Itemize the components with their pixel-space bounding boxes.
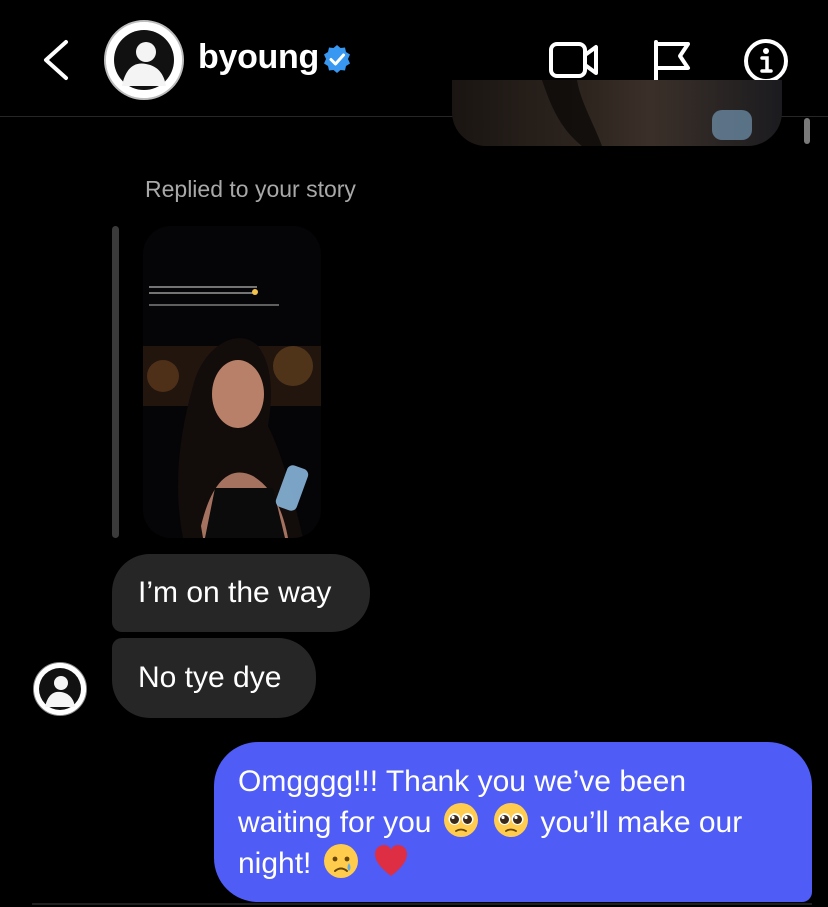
video-call-icon[interactable]	[548, 38, 600, 84]
sent-text: you’ll make our	[540, 806, 743, 839]
sender-avatar[interactable]	[33, 662, 87, 716]
scrollbar[interactable]	[804, 118, 810, 144]
verified-badge-icon	[324, 45, 350, 73]
sent-message-bubble[interactable]: Omgggg!!! Thank you we’ve been waiting f…	[214, 742, 812, 902]
sent-line-3: night!	[238, 843, 792, 884]
info-icon[interactable]	[740, 38, 792, 84]
crying-face-emoji-icon	[323, 844, 358, 878]
reply-quote-bar	[112, 226, 119, 538]
flag-icon[interactable]	[648, 38, 700, 84]
username[interactable]: byoung	[198, 38, 319, 77]
media-thumbnail	[542, 80, 752, 146]
sender-avatar-image	[34, 663, 86, 715]
message-text: I’m on the way	[138, 576, 332, 609]
avatar[interactable]	[104, 20, 184, 100]
sent-line-1: Omgggg!!! Thank you we’ve been	[238, 765, 687, 798]
story-thumbnail[interactable]	[143, 226, 321, 538]
back-chevron-icon[interactable]	[38, 38, 78, 82]
story-image	[143, 226, 321, 538]
red-heart-emoji-icon	[375, 845, 408, 876]
pleading-face-emoji-icon	[443, 803, 478, 837]
received-message-bubble[interactable]: No tye dye	[112, 638, 316, 718]
avatar-image	[106, 22, 182, 98]
sent-line-2: waiting for you you’ll make our	[238, 802, 792, 843]
message-text: No tye dye	[138, 661, 282, 694]
received-message-bubble[interactable]: I’m on the way	[112, 554, 370, 632]
previous-media-message[interactable]	[452, 80, 782, 146]
sent-text: night!	[238, 847, 312, 880]
composer-divider	[32, 903, 812, 905]
pleading-face-emoji-icon	[494, 803, 529, 837]
sent-text: waiting for you	[238, 806, 432, 839]
story-reply-label: Replied to your story	[145, 176, 356, 202]
